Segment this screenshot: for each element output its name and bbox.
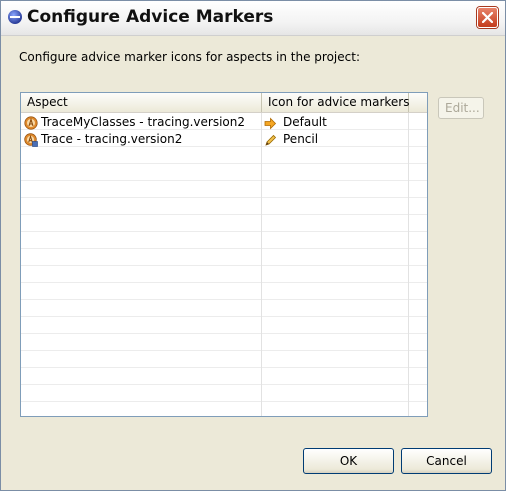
pencil-icon [264, 132, 277, 151]
close-icon [482, 12, 493, 23]
column-divider [408, 113, 409, 416]
eclipse-icon [8, 10, 22, 24]
marker-name: Default [283, 115, 327, 129]
ok-button[interactable]: OK [303, 448, 394, 474]
title-bar[interactable]: Configure Advice Markers [1, 1, 505, 36]
description-text: Configure advice marker icons for aspect… [19, 50, 360, 64]
table-header: Aspect Icon for advice markers [21, 93, 427, 113]
column-header-icon[interactable]: Icon for advice markers [262, 93, 409, 112]
aspect-name: TraceMyClasses - tracing.version2 [41, 115, 245, 129]
aspect-file-icon [24, 132, 38, 151]
aspect-name: Trace - tracing.version2 [41, 132, 183, 146]
column-divider [261, 113, 262, 416]
column-header-aspect[interactable]: Aspect [21, 93, 262, 112]
table-grid [21, 113, 427, 416]
table-row[interactable]: TraceMyClasses - tracing.version2 Defaul… [21, 114, 427, 131]
marker-name: Pencil [283, 132, 319, 146]
cancel-button[interactable]: Cancel [401, 448, 492, 474]
edit-button[interactable]: Edit... [438, 97, 484, 119]
configure-advice-markers-dialog: Configure Advice Markers Configure advic… [0, 0, 506, 491]
table-row[interactable]: Trace - tracing.version2 Pencil [21, 131, 427, 148]
close-button[interactable] [477, 7, 498, 28]
column-header-filler [409, 93, 427, 112]
dialog-title: Configure Advice Markers [27, 7, 274, 27]
advice-markers-table[interactable]: Aspect Icon for advice markers TraceMyCl… [20, 92, 428, 417]
